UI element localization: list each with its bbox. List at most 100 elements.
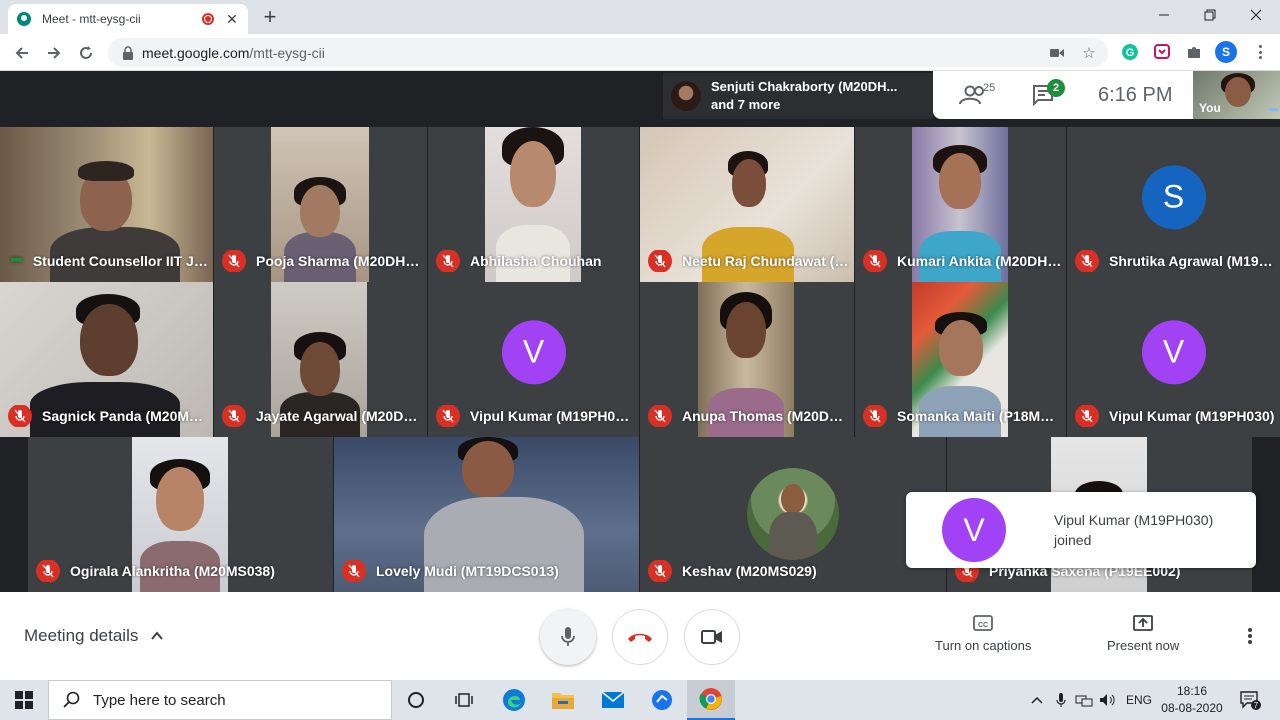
meeting-details-label: Meeting details (24, 626, 139, 645)
cortana-circle-icon (408, 692, 424, 708)
cortana-button[interactable] (392, 680, 440, 720)
mic-off-icon (1075, 250, 1099, 272)
participant-tile[interactable]: Keshav (M20MS029) (640, 437, 946, 592)
participant-count: 25 (983, 82, 996, 94)
taskbar-time: 18:16 (1176, 684, 1208, 698)
mail-envelope-icon (601, 691, 625, 708)
meeting-info-panel: 25 2 6:16 PM (933, 71, 1193, 119)
browser-toolbar: meet.google.com/mtt-eysg-cii ☆ G S (0, 34, 1280, 71)
mic-off-icon (863, 250, 887, 272)
grammarly-extension-icon[interactable]: G (1120, 42, 1140, 62)
participant-name: Pooja Sharma (M20DH01... (256, 253, 423, 269)
meet-stage: Senjuti Chakraborty (M20DH... and 7 more… (0, 71, 1280, 592)
input-language[interactable]: ENG (1124, 680, 1154, 720)
captions-button[interactable]: CC Turn on captions (935, 614, 1031, 653)
leave-call-button[interactable] (612, 609, 668, 665)
more-options-icon[interactable]: ••• (1268, 101, 1279, 117)
new-tab-button[interactable]: + (258, 6, 282, 30)
participant-tile[interactable]: S Shrutika Agrawal (M19CY... (1067, 127, 1280, 282)
browser-tab-meet[interactable]: Meet - mtt-eysg-cii ✕ (8, 4, 248, 34)
file-explorer-taskbar-button[interactable] (539, 680, 587, 720)
participant-tile[interactable]: Pooja Sharma (M20DH01... (214, 127, 427, 282)
microphone-icon (561, 627, 575, 646)
participant-tile[interactable]: Kumari Ankita (M20DH01... (855, 127, 1066, 282)
participant-tile[interactable]: V Vipul Kumar (M19PH030) (1067, 282, 1280, 437)
participant-tile[interactable]: Ogirala Alankritha (M20MS038) (28, 437, 333, 592)
app-taskbar-button[interactable] (638, 680, 686, 720)
participant-name: Keshav (M20MS029) (682, 563, 817, 579)
windows-logo-icon (15, 691, 33, 709)
edge-taskbar-button[interactable] (490, 680, 538, 720)
participant-name: Neetu Raj Chundawat (P1... (682, 253, 850, 269)
camera-toggle-button[interactable] (684, 609, 740, 665)
participant-name: Shrutika Agrawal (M19CY... (1109, 253, 1276, 269)
taskbar-clock[interactable]: 18:16 08-08-2020 (1158, 683, 1226, 717)
participant-tile[interactable]: ••• Student Counsellor IIT Jo... (0, 127, 213, 282)
folder-icon (552, 693, 574, 709)
pocket-extension-icon[interactable] (1152, 42, 1172, 62)
participant-tile[interactable]: Neetu Raj Chundawat (P1... (640, 127, 854, 282)
bookmark-star-icon[interactable]: ☆ (1080, 44, 1098, 62)
search-placeholder: Type here to search (93, 691, 226, 709)
presenter-banner[interactable]: Senjuti Chakraborty (M20DH... and 7 more (663, 73, 933, 119)
meet-favicon-icon (17, 12, 31, 26)
extensions-puzzle-icon[interactable] (1184, 42, 1204, 62)
svg-text:CC: CC (978, 622, 988, 629)
chrome-taskbar-button[interactable] (687, 680, 735, 720)
participant-tile[interactable]: Jayate Agarwal (M20DH0... (214, 282, 427, 437)
forward-button[interactable] (41, 40, 67, 66)
reload-icon (80, 46, 92, 59)
tab-close-icon[interactable]: ✕ (224, 11, 240, 28)
meeting-details-button[interactable]: Meeting details (24, 626, 164, 646)
volume-icon[interactable] (1098, 680, 1118, 720)
minimize-button[interactable] (1141, 0, 1187, 30)
close-window-button[interactable] (1233, 0, 1279, 30)
url-host: meet.google.com (142, 44, 250, 61)
captions-label: Turn on captions (935, 638, 1032, 653)
action-center-button[interactable]: 7 (1236, 680, 1264, 720)
tray-microphone-icon[interactable] (1052, 680, 1070, 720)
participant-tile[interactable]: Abhilasha Chouhan (428, 127, 639, 282)
chrome-browser-icon (699, 688, 722, 710)
chevron-up-icon (151, 631, 164, 640)
search-icon (63, 691, 80, 708)
mic-off-icon (436, 250, 460, 272)
mic-off-icon (342, 560, 366, 582)
present-now-button[interactable]: Present now (1107, 614, 1179, 653)
camera-in-use-icon[interactable] (1048, 44, 1066, 62)
notification-count: 7 (1254, 701, 1259, 710)
participant-joined-toast: V Vipul Kumar (M19PH030) joined (906, 492, 1256, 568)
participant-tile[interactable]: Somanka Maiti (P18MA0... (855, 282, 1066, 437)
participant-name: Somanka Maiti (P18MA0... (897, 408, 1062, 424)
network-icon[interactable] (1074, 680, 1094, 720)
participant-name: Student Counsellor IIT Jo... (32, 253, 209, 269)
participant-name: Sagnick Panda (M20MS0... (42, 408, 209, 424)
self-view-tile[interactable]: You ••• (1193, 71, 1280, 119)
more-options-icon[interactable] (1240, 626, 1260, 646)
url-bar[interactable]: meet.google.com/mtt-eysg-cii ☆ (108, 38, 1108, 67)
participant-tile[interactable]: Lovely Mudi (MT19DCS013) (334, 437, 639, 592)
mail-taskbar-button[interactable] (589, 680, 637, 720)
participant-tile[interactable]: V Vipul Kumar (M19PH030) (428, 282, 639, 437)
participant-name: Abhilasha Chouhan (470, 253, 602, 269)
restore-button[interactable] (1187, 0, 1233, 30)
participant-avatar: V (501, 319, 566, 384)
taskbar-search-box[interactable]: Type here to search (48, 680, 392, 720)
mic-toggle-button[interactable] (540, 609, 596, 665)
close-icon (1250, 9, 1262, 21)
browser-menu-icon[interactable] (1250, 42, 1270, 62)
tab-title: Meet - mtt-eysg-cii (42, 12, 141, 26)
reload-button[interactable] (73, 40, 99, 66)
lock-icon (123, 45, 133, 60)
task-view-button[interactable] (440, 680, 488, 720)
show-hidden-icons-button[interactable] (1028, 680, 1046, 720)
mic-off-icon (8, 405, 32, 427)
toast-action: joined (1054, 532, 1092, 548)
participant-tile[interactable]: Sagnick Panda (M20MS0... (0, 282, 213, 437)
profile-avatar[interactable]: S (1215, 41, 1237, 63)
participant-tile[interactable]: Anupa Thomas (M20DH0... (640, 282, 854, 437)
mic-off-icon (863, 405, 887, 427)
toast-avatar: V (942, 498, 1006, 562)
back-button[interactable] (9, 40, 35, 66)
start-button[interactable] (0, 680, 48, 720)
